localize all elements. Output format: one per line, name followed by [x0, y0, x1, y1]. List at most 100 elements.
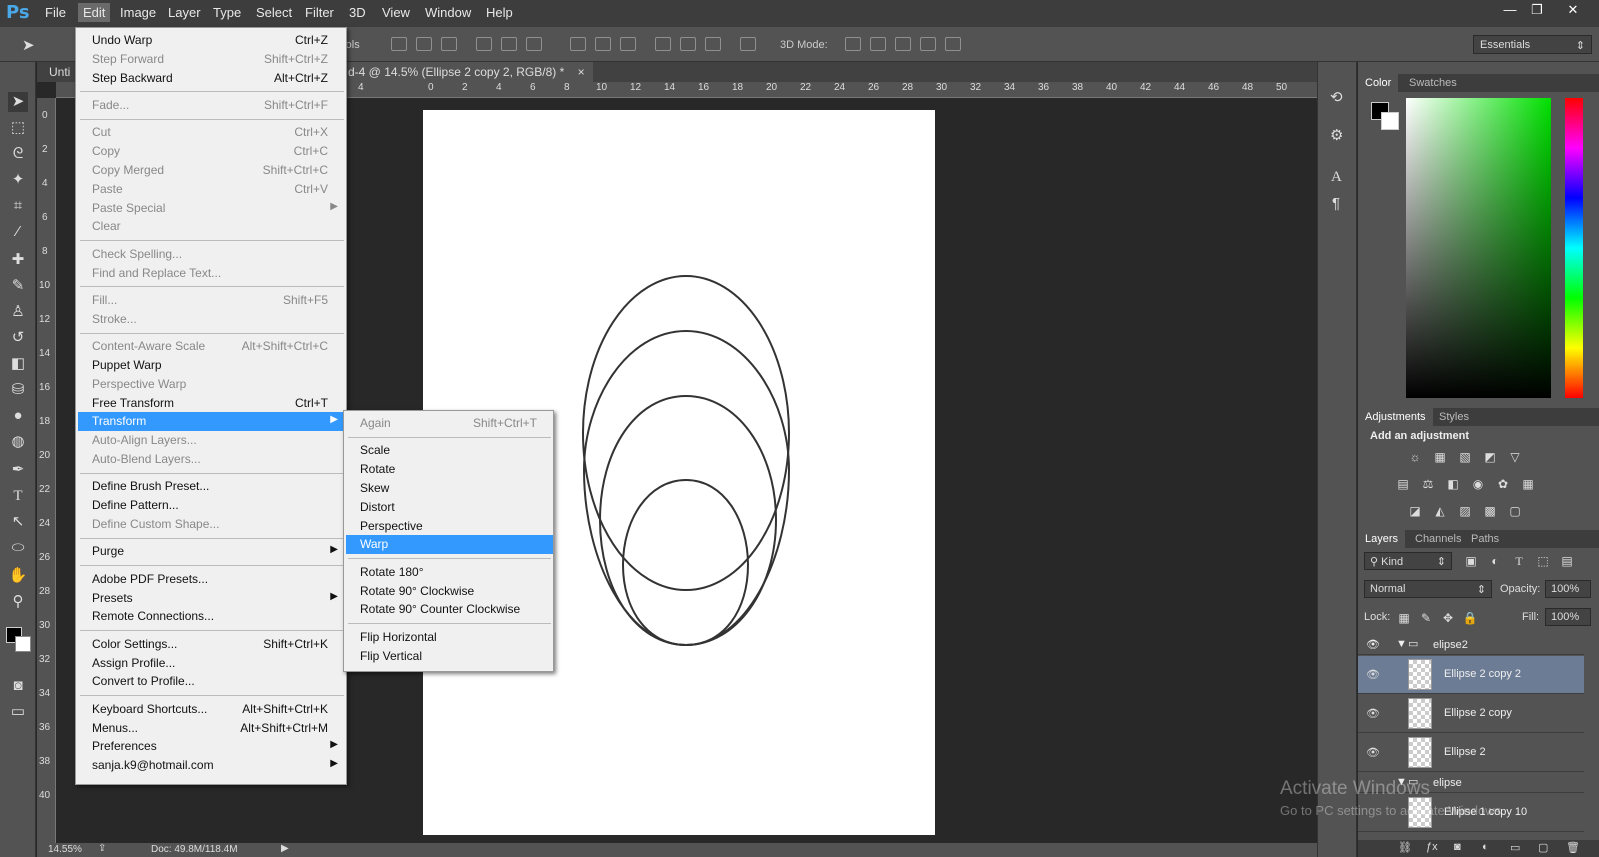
gradient-map-icon[interactable]: ▩: [1482, 504, 1498, 518]
3d-roll-icon[interactable]: [870, 37, 886, 51]
menu-type[interactable]: Type: [208, 5, 246, 20]
edit-menu-cut[interactable]: Cut Ctrl+X: [78, 123, 346, 142]
curves-icon[interactable]: ▧: [1457, 450, 1473, 464]
link-layers-icon[interactable]: ⛓: [1398, 841, 1412, 854]
history-panel-icon[interactable]: ⟲: [1330, 88, 1343, 106]
edit-menu-fill[interactable]: Fill... Shift+F5: [78, 291, 346, 310]
delete-layer-icon[interactable]: 🗑: [1566, 841, 1580, 854]
edit-menu-stroke[interactable]: Stroke...: [78, 310, 346, 329]
edit-menu-puppet-warp[interactable]: Puppet Warp: [78, 356, 346, 375]
distribute-left-icon[interactable]: [655, 37, 671, 51]
workspace-select[interactable]: Essentials ⇕: [1473, 35, 1592, 54]
dodge-tool-icon[interactable]: ◍: [8, 432, 28, 452]
3d-pan-icon[interactable]: [895, 37, 911, 51]
visibility-eye-icon[interactable]: 👁: [1366, 707, 1380, 720]
edit-menu-step-backward[interactable]: Step Backward Alt+Ctrl+Z: [78, 69, 346, 88]
photo-filter-icon[interactable]: ◉: [1470, 477, 1486, 491]
channel-mixer-icon[interactable]: ✿: [1495, 477, 1511, 491]
magic-wand-tool-icon[interactable]: ✦: [8, 170, 28, 190]
layer-row[interactable]: 👁 Ellipse 2 copy: [1358, 695, 1584, 733]
edit-menu-adobe-pdf-presets[interactable]: Adobe PDF Presets...: [78, 570, 346, 589]
brush-tool-icon[interactable]: ✎: [8, 276, 28, 296]
tab-channels[interactable]: Channels: [1408, 530, 1468, 548]
menu-view[interactable]: View: [377, 5, 415, 20]
menu-layer[interactable]: Layer: [163, 5, 206, 20]
transform-menu-scale[interactable]: Scale: [346, 441, 553, 460]
marquee-tool-icon[interactable]: ⬚: [8, 118, 28, 138]
tab-adjustments[interactable]: Adjustments: [1358, 408, 1433, 426]
transform-menu-flip-vertical[interactable]: Flip Vertical: [346, 647, 553, 666]
expand-arrow-icon[interactable]: ▼: [1396, 638, 1407, 650]
character-panel-icon[interactable]: A: [1331, 169, 1342, 186]
restore-icon[interactable]: ❐: [1524, 2, 1550, 20]
edit-menu-paste-special[interactable]: Paste Special ▶: [78, 199, 346, 218]
distribute-hcenter-icon[interactable]: [680, 37, 696, 51]
path-selection-tool-icon[interactable]: ↖: [8, 512, 28, 532]
auto-align-icon[interactable]: [740, 37, 756, 51]
menu-window[interactable]: Window: [420, 5, 476, 20]
new-layer-icon[interactable]: ▢: [1538, 841, 1548, 854]
edit-menu-convert-to-profile[interactable]: Convert to Profile...: [78, 672, 346, 691]
edit-menu-transform[interactable]: Transform ▶: [78, 412, 346, 432]
menu-edit[interactable]: Edit: [78, 3, 111, 22]
edit-menu-define-pattern[interactable]: Define Pattern...: [78, 496, 346, 515]
filter-shape-icon[interactable]: ⬚: [1535, 554, 1551, 568]
menu-image[interactable]: Image: [115, 5, 161, 20]
edit-menu-color-settings[interactable]: Color Settings... Shift+Ctrl+K: [78, 635, 346, 654]
edit-menu-undo-warp[interactable]: Undo Warp Ctrl+Z: [78, 31, 346, 50]
tab-close-icon[interactable]: ×: [578, 65, 585, 79]
align-left-icon[interactable]: [476, 37, 492, 51]
edit-menu-paste[interactable]: Paste Ctrl+V: [78, 180, 346, 199]
tab-swatches[interactable]: Swatches: [1402, 74, 1464, 92]
levels-icon[interactable]: ▦: [1432, 450, 1448, 464]
layer-group-row[interactable]: 👁 ▼ ▭ elipse2: [1358, 635, 1584, 655]
color-picker-field[interactable]: [1406, 98, 1551, 398]
color-balance-icon[interactable]: ⚖: [1420, 477, 1436, 491]
hue-saturation-icon[interactable]: ▤: [1395, 477, 1411, 491]
3d-scale-icon[interactable]: [945, 37, 961, 51]
fill-input[interactable]: 100%: [1545, 608, 1591, 626]
distribute-right-icon[interactable]: [705, 37, 721, 51]
filter-adjustment-icon[interactable]: ◐: [1487, 554, 1503, 568]
edit-menu-find-and-replace-text[interactable]: Find and Replace Text...: [78, 264, 346, 283]
zoom-level[interactable]: 14.55%: [48, 844, 82, 855]
edit-menu-define-custom-shape[interactable]: Define Custom Shape...: [78, 515, 346, 534]
crop-tool-icon[interactable]: ⌗: [8, 196, 28, 216]
type-tool-icon[interactable]: T: [8, 486, 28, 506]
lasso-tool-icon[interactable]: ᘓ: [8, 144, 28, 164]
threshold-icon[interactable]: ▨: [1457, 504, 1473, 518]
add-mask-icon[interactable]: ◙: [1454, 841, 1461, 853]
lock-all-icon[interactable]: 🔒: [1462, 611, 1478, 625]
doc-tab-untitled[interactable]: Unti: [41, 62, 79, 82]
share-icon[interactable]: ⇪: [98, 843, 106, 854]
properties-panel-icon[interactable]: ⚙: [1330, 126, 1343, 144]
posterize-icon[interactable]: ◭: [1432, 504, 1448, 518]
edit-menu-auto-align-layers[interactable]: Auto-Align Layers...: [78, 431, 346, 450]
close-icon[interactable]: ✕: [1560, 2, 1586, 20]
visibility-eye-icon[interactable]: 👁: [1366, 746, 1380, 759]
zoom-tool-icon[interactable]: ⚲: [8, 592, 28, 612]
tab-color[interactable]: Color: [1358, 74, 1399, 92]
eyedropper-tool-icon[interactable]: ⁄: [8, 222, 28, 242]
edit-menu-check-spelling[interactable]: Check Spelling...: [78, 245, 346, 264]
screen-mode-icon[interactable]: ▭: [8, 702, 28, 722]
edit-menu-define-brush-preset[interactable]: Define Brush Preset...: [78, 477, 346, 496]
doc-tab-active[interactable]: d-4 @ 14.5% (Ellipse 2 copy 2, RGB/8) * …: [340, 62, 593, 82]
transform-menu-rotate-90-counter-clockwise[interactable]: Rotate 90° Counter Clockwise: [346, 600, 553, 619]
quick-mask-icon[interactable]: ◙: [8, 676, 28, 696]
blur-tool-icon[interactable]: ●: [8, 406, 28, 426]
3d-rotate-icon[interactable]: [845, 37, 861, 51]
paint-bucket-tool-icon[interactable]: ⛁: [8, 380, 28, 400]
menu-3d[interactable]: 3D: [344, 5, 371, 20]
transform-menu-warp[interactable]: Warp: [346, 535, 553, 555]
hand-tool-icon[interactable]: ✋: [8, 566, 28, 586]
pen-tool-icon[interactable]: ✒: [8, 460, 28, 480]
edit-menu-fade[interactable]: Fade... Shift+Ctrl+F: [78, 96, 346, 115]
menu-select[interactable]: Select: [251, 5, 297, 20]
distribute-bottom-icon[interactable]: [620, 37, 636, 51]
transform-menu-skew[interactable]: Skew: [346, 479, 553, 498]
align-right-icon[interactable]: [526, 37, 542, 51]
panel-background-swatch[interactable]: [1381, 112, 1399, 130]
layer-filter-kind[interactable]: ⚲ Kind ⇕: [1364, 552, 1452, 570]
edit-menu-assign-profile[interactable]: Assign Profile...: [78, 654, 346, 673]
